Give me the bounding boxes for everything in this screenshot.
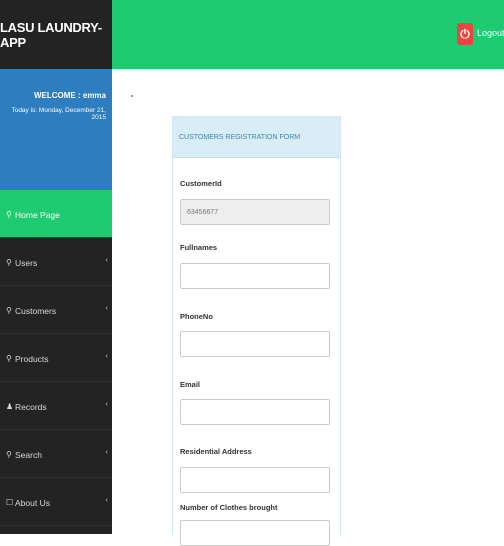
power-icon[interactable]: ⏻	[457, 23, 473, 45]
form-title: CUSTOMERS REGISTRATION FORM	[173, 117, 340, 158]
chevron-left-icon: ‹	[105, 303, 108, 312]
email-label: Email	[180, 380, 201, 389]
user-icon: ⚲	[6, 450, 12, 459]
sidebar-item-home[interactable]: ⚲ Home Page	[0, 190, 112, 238]
breadcrumb-dot	[131, 95, 133, 97]
sidebar-item-records[interactable]: ♟ Records ‹	[0, 382, 112, 430]
clothes-count-label: Number of Clothes brought	[180, 503, 278, 512]
customer-id-field: 63456677	[180, 199, 330, 225]
users-icon: ♟	[6, 402, 14, 411]
fullnames-field[interactable]	[180, 263, 330, 289]
welcome-greeting: WELCOME : emma	[33, 91, 106, 100]
user-icon: ⚲	[6, 354, 12, 363]
chevron-left-icon: ‹	[105, 495, 108, 504]
logout-link[interactable]: Logout	[477, 28, 504, 38]
user-icon: ⚲	[6, 306, 12, 315]
phone-field[interactable]	[180, 331, 330, 357]
chevron-left-icon: ‹	[105, 255, 108, 264]
user-icon: ⚲	[6, 258, 12, 267]
square-icon: ☐	[6, 498, 14, 507]
chevron-left-icon: ‹	[105, 351, 108, 360]
clothes-count-field[interactable]	[180, 520, 330, 546]
address-field[interactable]	[180, 467, 330, 493]
customer-id-label: CustomerId	[180, 179, 222, 188]
sidebar-item-search[interactable]: ⚲ Search ‹	[0, 430, 112, 478]
fullnames-label: Fullnames	[180, 243, 218, 252]
sidebar: WELCOME : emma Today is: Monday, Decembe…	[0, 69, 112, 534]
user-icon: ⚲	[6, 210, 12, 219]
registration-form: CUSTOMERS REGISTRATION FORM CustomerId 6…	[172, 116, 341, 546]
top-bar	[112, 0, 504, 69]
phone-label: PhoneNo	[180, 312, 213, 321]
welcome-date: Today is: Monday, December 21, 2015	[11, 107, 106, 121]
app-brand[interactable]: LASU LAUNDRY-APP	[0, 0, 112, 69]
email-field[interactable]	[180, 399, 330, 425]
chevron-left-icon: ‹	[105, 447, 108, 456]
address-label: Residential Address	[180, 447, 252, 456]
sidebar-item-customers[interactable]: ⚲ Customers ‹	[0, 286, 112, 334]
sidebar-item-users[interactable]: ⚲ Users ‹	[0, 238, 112, 286]
sidebar-item-products[interactable]: ⚲ Products ‹	[0, 334, 112, 382]
chevron-left-icon: ‹	[105, 399, 108, 408]
welcome-panel: WELCOME : emma Today is: Monday, Decembe…	[0, 69, 112, 190]
sidebar-item-about[interactable]: ☐ About Us ‹	[0, 478, 112, 526]
